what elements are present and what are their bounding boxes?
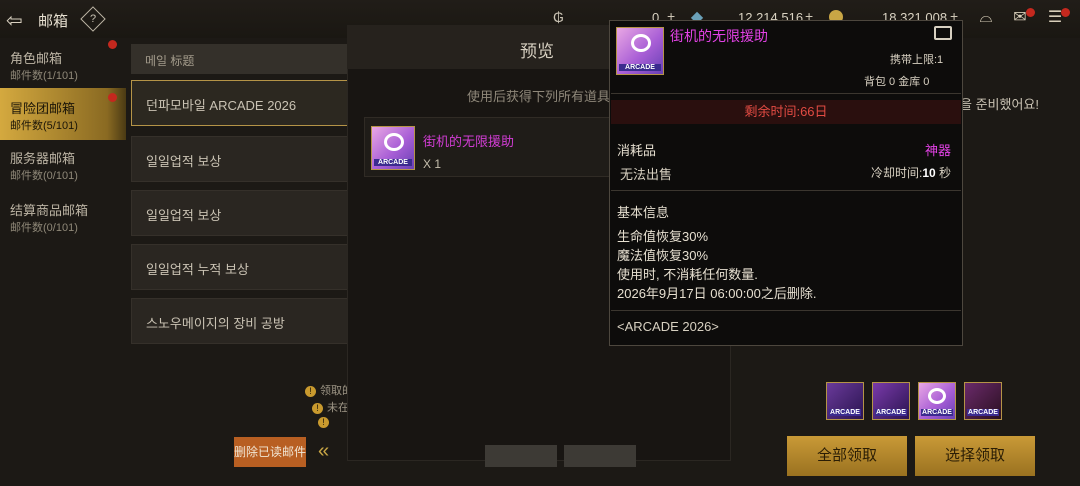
- tooltip-item-name: 街机的无限援助: [670, 28, 768, 44]
- sidebar-item-count: 邮件数(1/101): [10, 70, 78, 82]
- mail-row[interactable]: 일일업적 누적 보상: [131, 244, 351, 290]
- page-title: 邮箱: [38, 13, 69, 30]
- share-icon[interactable]: [934, 26, 952, 40]
- mail-row-title: 일일업적 누적 보상: [146, 262, 249, 277]
- sidebar-item-label: 角色邮箱: [10, 51, 63, 66]
- mail-row-title: 일일업적 보상: [146, 154, 222, 169]
- mail-list-header: 메일 标题: [131, 44, 351, 74]
- claim-selected-button[interactable]: 选择领取: [915, 436, 1035, 476]
- mail-row[interactable]: 던파모바일 ARCADE 2026: [131, 80, 351, 126]
- preview-item-name: 街机的无限援助: [423, 134, 515, 149]
- divider: [611, 310, 961, 311]
- reward-item-icon[interactable]: ARCADE: [826, 382, 864, 420]
- mail-row-title: 던파모바일 ARCADE 2026: [146, 98, 297, 113]
- preview-item-quantity: X 1: [423, 157, 442, 171]
- reward-item-icon[interactable]: ARCADE: [872, 382, 910, 420]
- sidebar-item-count: 邮件数(0/101): [10, 170, 78, 182]
- sidebar-item-character-mail[interactable]: 角色邮箱 邮件数(1/101): [0, 38, 126, 90]
- delete-read-mail-button[interactable]: 删除已读邮件: [234, 437, 306, 467]
- sidebar-item-label: 服务器邮箱: [10, 151, 76, 166]
- mail-note: !: [318, 416, 333, 428]
- tooltip-info-line: 生命值恢复30%: [617, 229, 709, 244]
- tooltip-info-line: 使用时, 不消耗任何数量.: [617, 267, 758, 282]
- divider: [611, 93, 961, 94]
- preview-button-right[interactable]: [564, 445, 636, 467]
- chat-notification-dot: [1061, 8, 1070, 17]
- tooltip-carry-limit: 携带上限:1: [890, 54, 944, 66]
- mail-notification-dot: [1026, 8, 1035, 17]
- divider: [611, 190, 961, 191]
- warning-icon: !: [312, 403, 323, 414]
- mail-row-title: 일일업적 보상: [146, 208, 222, 223]
- tooltip-info-line: 2026年9月17日 06:00:00之后删除.: [617, 286, 817, 301]
- sidebar-item-server-mail[interactable]: 服务器邮箱 邮件数(0/101): [0, 138, 126, 190]
- sidebar-notification-dot: [108, 93, 117, 102]
- double-chevron-left-icon[interactable]: «: [318, 440, 329, 463]
- preview-title: 预览: [520, 42, 554, 61]
- mail-row[interactable]: 일일업적 보상: [131, 136, 351, 182]
- mail-list-header-label: 메일 标题: [145, 54, 195, 68]
- tooltip-info-line: 魔法值恢复30%: [617, 248, 709, 263]
- currency-glyph-icon: ₲: [553, 9, 564, 25]
- mail-row-title: 스노우메이지의 장비 공방: [146, 316, 285, 331]
- mail-note: ! 领取的: [305, 382, 353, 398]
- preview-description: 使用后获得下列所有道具: [467, 89, 611, 104]
- tooltip-tag: <ARCADE 2026>: [617, 319, 719, 334]
- tooltip-no-sell: 无法出售: [620, 167, 673, 182]
- tooltip-remaining-time: 剩余时间:66日: [611, 100, 961, 124]
- warning-icon: !: [318, 417, 329, 428]
- tooltip-item-icon: ARCADE: [616, 27, 664, 75]
- pot-icon[interactable]: ⌓: [976, 8, 996, 28]
- arcade-item-icon[interactable]: ARCADE: [371, 126, 415, 170]
- sidebar-item-settlement-mail[interactable]: 结算商品邮箱 邮件数(0/101): [0, 190, 126, 242]
- mail-body-text: 을 준비했어요!: [960, 97, 1039, 112]
- sidebar-item-count: 邮件数(5/101): [10, 120, 78, 132]
- preview-button-left[interactable]: [485, 445, 557, 467]
- warning-icon: !: [305, 386, 316, 397]
- tooltip-cooldown: 冷却时间:10 秒: [871, 166, 952, 180]
- sidebar-item-label: 结算商品邮箱: [10, 203, 89, 218]
- tooltip-bag-count: 背包 0 金库 0: [864, 76, 930, 88]
- back-arrow-icon[interactable]: ⇦: [6, 8, 23, 33]
- sidebar-item-count: 邮件数(0/101): [10, 222, 78, 234]
- claim-all-button[interactable]: 全部领取: [787, 436, 907, 476]
- tooltip-item-rarity: 神器: [925, 143, 952, 158]
- sidebar-item-label: 冒险团邮箱: [10, 101, 76, 116]
- mail-row[interactable]: 일일업적 보상: [131, 190, 351, 236]
- reward-item-icon[interactable]: ARCADE: [918, 382, 956, 420]
- tooltip-item-type: 消耗品: [617, 143, 657, 158]
- mail-row[interactable]: 스노우메이지의 장비 공방: [131, 298, 351, 344]
- reward-item-icon[interactable]: ARCADE: [964, 382, 1002, 420]
- sidebar-notification-dot: [108, 40, 117, 49]
- mail-note: ! 未在: [312, 399, 349, 415]
- tooltip-basic-info-title: 基本信息: [617, 205, 670, 220]
